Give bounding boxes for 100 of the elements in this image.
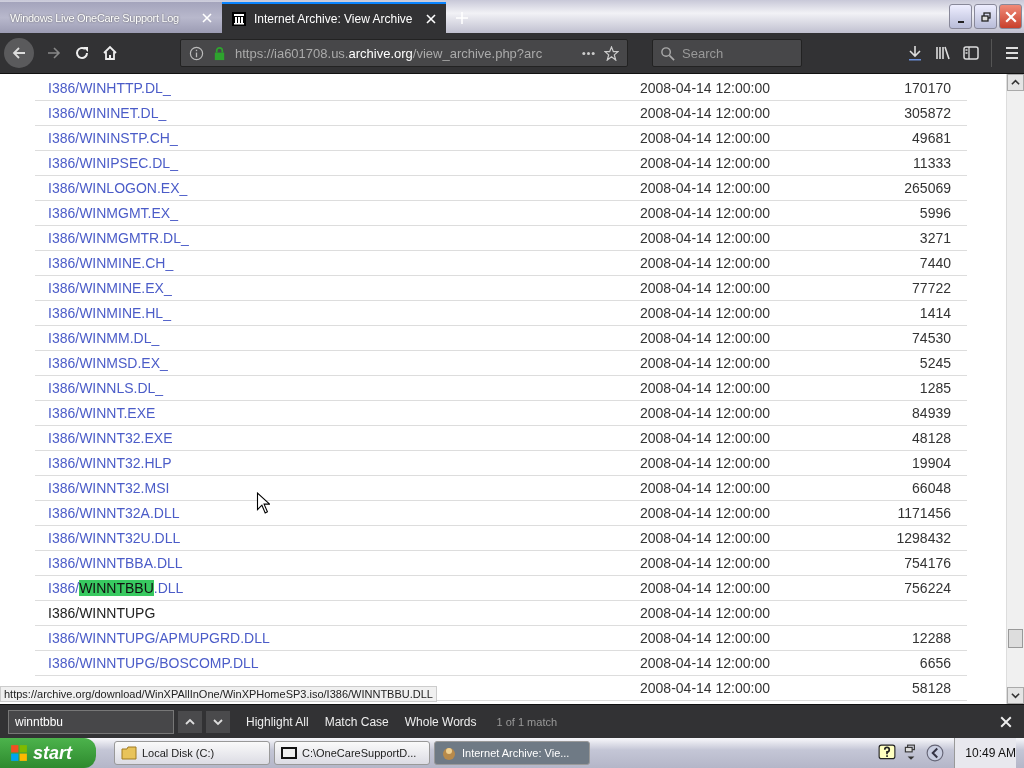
date-cell-text: 2008-04-14 12:00:00 [640,605,771,621]
back-arrow-icon [11,45,27,61]
date-cell-text: 2008-04-14 12:00:00 [640,455,771,471]
restore-button[interactable] [974,4,997,29]
menu-icon[interactable] [1004,45,1020,61]
download-icon[interactable] [907,45,923,61]
date-cell-text: 2008-04-14 12:00:00 [640,480,771,496]
scroll-down-button[interactable] [1007,687,1024,704]
file-link[interactable]: I386/WINNLS.DL_ [48,380,164,396]
date-cell-text: 2008-04-14 12:00:00 [640,130,771,146]
size-cell: 12288 [912,630,951,646]
info-icon[interactable] [189,45,204,61]
scrollbar[interactable] [1006,74,1024,704]
expand-icon[interactable] [926,744,945,762]
forward-icon[interactable] [46,45,62,61]
size-cell: 265069 [904,180,951,196]
close-icon [1004,10,1017,23]
size-cell: 1414 [919,305,951,321]
star-icon[interactable] [604,45,619,61]
file-link[interactable]: I386/WINMINE.HL_ [48,305,171,321]
address-bar[interactable]: https://ia601708.us.archive.org/view_archive.php?arc [180,39,628,67]
app-icon [441,745,457,761]
previous-match-button[interactable] [178,710,202,733]
find-field[interactable]: winntbbu [8,709,174,734]
file-link[interactable]: I386/WININSTP.CH_ [48,130,178,146]
status-link-text: https://archive.org/download/WinXPAllInOne/WinXPHomeSP3.iso/I386/WINNTBBU.DLL [0,686,437,702]
file-link[interactable]: I386/WINNT32.HLP [48,455,172,471]
next-match-button[interactable] [206,710,230,733]
file-link[interactable]: I386/WINNTUPG/BOSCOMP.DLL [48,655,259,671]
file-link[interactable]: I386/WINMINE.EX_ [48,280,172,296]
find-option-toggle[interactable]: Highlight All [246,714,309,729]
close-button[interactable] [999,4,1022,29]
date-cell-text: 2008-04-14 12:00:00 [640,305,771,321]
size-cell: 84939 [912,405,951,421]
window-icon [281,745,297,761]
minimize-icon [957,20,964,23]
date-cell-text: 2008-04-14 12:00:00 [640,505,771,521]
file-link[interactable]: I386/WINHTTP.DL_ [48,80,171,96]
search-field[interactable]: Search [652,39,802,67]
file-link[interactable]: I386/WINNT32.MSI [48,480,170,496]
date-cell-text: 2008-04-14 12:00:00 [640,280,771,296]
help-icon[interactable] [878,744,897,762]
library-icon[interactable] [935,45,951,61]
date-cell-text: 2008-04-14 12:00:00 [640,155,771,171]
file-link[interactable]: I386/WININET.DL_ [48,105,167,121]
size-cell: 305872 [904,105,951,121]
browser-tab[interactable]: Internet Archive: View Archive [222,2,446,33]
date-cell-text: 2008-04-14 12:00:00 [640,205,771,221]
size-cell: 77722 [912,280,951,296]
size-cell: 6656 [919,655,951,671]
size-cell: 3271 [919,230,951,246]
date-cell-text: 2008-04-14 12:00:00 [640,555,771,571]
file-link[interactable]: I386/WINNT32A.DLL [48,505,180,521]
date-cell-text: 2008-04-14 12:00:00 [640,405,771,421]
up-caret-icon [1011,78,1020,87]
date-cell-text: 2008-04-14 12:00:00 [640,630,771,646]
match-count: 1 of 1 match [496,715,558,728]
file-link[interactable]: I386/WINMINE.CH_ [48,255,174,271]
start-button[interactable]: start [0,738,96,768]
file-link[interactable]: I386/WINNTUPG/APMUPGRD.DLL [48,630,270,646]
taskbar-button[interactable]: Local Disk (C:) [114,741,270,765]
reload-icon[interactable] [74,45,90,61]
file-link[interactable]: I386/WINMGMTR.DL_ [48,230,189,246]
file-link[interactable]: I386/WINNT32.EXE [48,430,173,446]
clock: 10:49 AM [954,738,1016,768]
sidebar-icon[interactable] [963,45,979,61]
date-cell-text: 2008-04-14 12:00:00 [640,255,771,271]
file-link[interactable]: I386/WINMGMT.EX_ [48,205,178,221]
date-cell-text: 2008-04-14 12:00:00 [640,355,771,371]
size-cell: 58128 [912,680,951,696]
file-link[interactable]: I386/WINLOGON.EX_ [48,180,188,196]
date-cell-text: 2008-04-14 12:00:00 [640,680,771,696]
folder-name: I386/WINNTUPG [48,605,156,621]
find-option-toggle[interactable]: Whole Words [404,714,477,729]
size-cell: 19904 [912,455,951,471]
file-link[interactable]: I386/WINNT32U.DLL [48,530,181,546]
scroll-up-button[interactable] [1007,74,1024,91]
size-cell: 1298432 [896,530,951,546]
minimize-button[interactable] [949,4,972,29]
find-option-toggle[interactable]: Match Case [324,714,389,729]
down-caret-icon [1011,691,1020,700]
date-cell-text: 2008-04-14 12:00:00 [640,180,771,196]
scroll-thumb[interactable] [1008,629,1023,648]
size-cell: 49681 [912,130,951,146]
file-link[interactable]: I386/WINMM.DL_ [48,330,160,346]
lock-icon [212,45,227,61]
file-link[interactable]: I386/WINIPSEC.DL_ [48,155,178,171]
taskbar-button[interactable]: C:\OneCareSupportD... [274,741,430,765]
date-cell-text: 2008-04-14 12:00:00 [640,80,771,96]
file-link[interactable]: I386/WINNT.EXE [48,405,156,421]
url-text: https://ia601708.us.archive.org/view_archive.php?arc [235,45,544,61]
close-icon[interactable] [1000,715,1012,728]
home-icon[interactable] [102,45,118,61]
file-link[interactable]: I386/WINNTBBA.DLL [48,555,183,571]
folder-icon [121,745,137,761]
file-link[interactable]: I386/WINMSD.EX_ [48,355,168,371]
back-button[interactable] [4,38,34,68]
date-cell-text: 2008-04-14 12:00:00 [640,580,771,596]
date-cell-text: 2008-04-14 12:00:00 [640,330,771,346]
taskbar-button[interactable]: Internet Archive: Vie... [434,741,590,765]
